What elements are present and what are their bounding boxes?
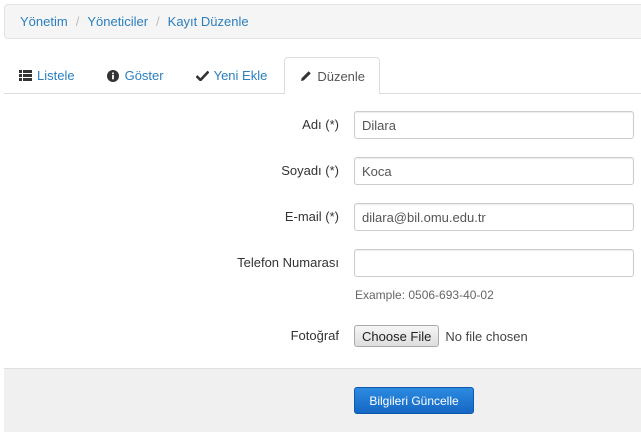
tab-label: Düzenle xyxy=(317,68,366,84)
breadcrumb-current: Kayıt Düzenle xyxy=(167,14,249,29)
file-status-text: No file chosen xyxy=(445,328,528,344)
last-name-row: Soyadı (*) xyxy=(0,157,641,185)
phone-row: Telefon Numarası xyxy=(0,249,641,277)
photo-file-input: Choose File No file chosen xyxy=(354,325,528,347)
tab-goster[interactable]: Göster xyxy=(92,57,179,93)
email-input[interactable] xyxy=(354,203,634,231)
info-circle-icon xyxy=(107,69,120,82)
tab-label: Listele xyxy=(37,68,75,83)
last-name-label: Soyadı (*) xyxy=(281,163,339,178)
breadcrumb-separator: / xyxy=(156,14,160,29)
list-icon xyxy=(19,69,32,82)
pencil-icon xyxy=(299,70,312,83)
breadcrumb-separator: / xyxy=(75,14,80,29)
phone-input[interactable] xyxy=(354,249,634,277)
last-name-input[interactable] xyxy=(354,157,634,185)
tab-yeni-ekle[interactable]: Yeni Ekle xyxy=(181,57,283,93)
breadcrumb-yoneticiler[interactable]: Yöneticiler xyxy=(87,14,148,29)
tab-label: Yeni Ekle xyxy=(213,68,268,83)
photo-label: Fotoğraf xyxy=(290,328,339,343)
phone-label: Telefon Numarası xyxy=(237,255,339,270)
choose-file-button[interactable]: Choose File xyxy=(354,325,440,347)
tab-bar: Listele Göster Yeni Ekle Düzenle xyxy=(4,57,641,94)
email-label: E-mail (*) xyxy=(284,209,339,224)
first-name-label: Adı (*) xyxy=(302,117,339,132)
update-info-button[interactable]: Bilgileri Güncelle xyxy=(354,387,474,414)
phone-help-text: Example: 0506-693-40-02 xyxy=(355,288,494,302)
first-name-row: Adı (*) xyxy=(0,111,641,139)
tab-listele[interactable]: Listele xyxy=(4,57,90,93)
photo-row: Fotoğraf xyxy=(0,322,641,350)
tab-label: Göster xyxy=(124,68,164,83)
check-icon xyxy=(195,69,209,82)
breadcrumb: Yönetim / Yöneticiler / Kayıt Düzenle xyxy=(4,4,641,39)
first-name-input[interactable] xyxy=(354,111,634,139)
breadcrumb-yonetim[interactable]: Yönetim xyxy=(20,14,68,29)
tab-duzenle[interactable]: Düzenle xyxy=(284,57,381,94)
form-actions: Bilgileri Güncelle xyxy=(4,368,641,432)
email-row: E-mail (*) xyxy=(0,203,641,231)
